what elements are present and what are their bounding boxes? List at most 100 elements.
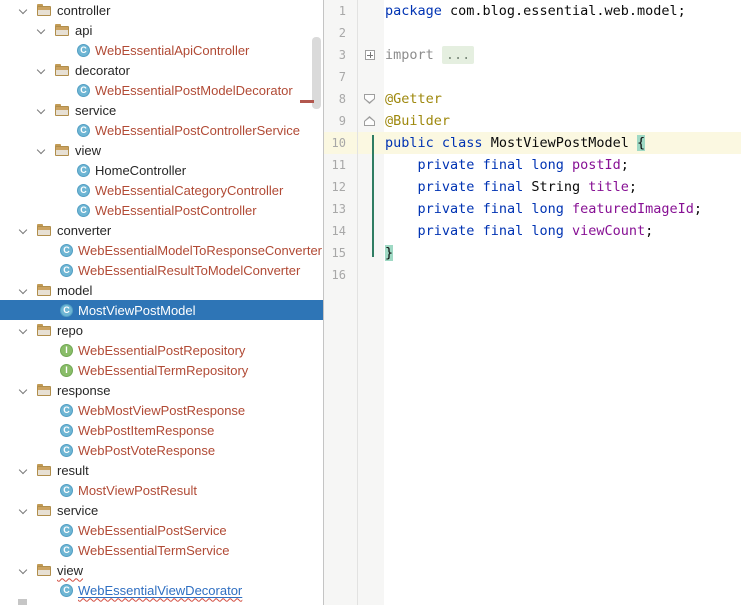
code-token: title — [588, 179, 629, 195]
tree-row[interactable]: model — [0, 280, 323, 300]
code-line[interactable]: 14 private final long viewCount; — [324, 220, 741, 242]
tree-item-label: WebEssentialPostControllerService — [95, 122, 300, 138]
fold-expand-icon[interactable] — [365, 50, 375, 60]
tree-row[interactable]: I WebEssentialTermRepository — [0, 360, 323, 380]
code-line[interactable]: 12 private final String title; — [324, 176, 741, 198]
clipped-tree-item — [18, 599, 27, 605]
code-token: featuredImageId — [572, 201, 694, 217]
tree-row[interactable]: C WebEssentialPostService — [0, 520, 323, 540]
chevron-down-icon[interactable] — [20, 386, 28, 394]
code-line[interactable]: 13 private final long featuredImageId; — [324, 198, 741, 220]
tree-row[interactable]: view — [0, 140, 323, 160]
tree-row[interactable]: service — [0, 500, 323, 520]
project-tree-panel[interactable]: controller api C WebEssentialApiController d… — [0, 0, 323, 605]
chevron-down-icon[interactable] — [20, 326, 28, 334]
code-token: @Builder — [385, 113, 451, 129]
code-text: private final long postId; — [385, 154, 629, 176]
chevron-down-icon[interactable] — [38, 26, 46, 34]
code-token: final — [482, 201, 524, 217]
code-line[interactable]: 3 import ... — [324, 44, 741, 66]
code-text: private final long viewCount; — [385, 220, 654, 242]
code-line[interactable]: 9 @Builder — [324, 110, 741, 132]
code-line[interactable]: 15} — [324, 242, 741, 264]
tree-row[interactable]: response — [0, 380, 323, 400]
chevron-down-icon[interactable] — [38, 106, 46, 114]
chevron-down-icon[interactable] — [38, 66, 46, 74]
class-icon: C — [60, 403, 73, 417]
chevron-down-icon[interactable] — [38, 146, 46, 154]
chevron-down-icon[interactable] — [20, 506, 28, 514]
folder-icon — [55, 64, 70, 76]
tree-item-label: WebEssentialViewDecorator — [78, 582, 243, 598]
chevron-down-icon[interactable] — [20, 286, 28, 294]
chevron-down-icon[interactable] — [20, 466, 28, 474]
class-icon: C — [60, 423, 73, 437]
code-token: long — [531, 201, 564, 217]
tree-row[interactable]: C WebMostViewPostResponse — [0, 400, 323, 420]
tree-row[interactable]: C WebEssentialModelToResponseConverter — [0, 240, 323, 260]
folder-icon — [37, 324, 52, 336]
code-line[interactable]: 7 — [324, 66, 741, 88]
code-text: package com.blog.essential.web.model; — [385, 0, 686, 22]
code-line[interactable]: 16 — [324, 264, 741, 286]
tree-row[interactable]: api — [0, 20, 323, 40]
tree-item-label: WebEssentialPostService — [78, 522, 227, 538]
tree-row[interactable]: C WebEssentialResultToModelConverter — [0, 260, 323, 280]
code-text: private final String title; — [385, 176, 638, 198]
code-line[interactable]: 11 private final long postId; — [324, 154, 741, 176]
tree-item-label: HomeController — [95, 162, 187, 178]
tree-row[interactable]: C WebEssentialViewDecorator — [0, 580, 323, 600]
tree-row[interactable]: controller — [0, 0, 323, 20]
code-token: final — [482, 157, 524, 173]
fold-start-icon[interactable] — [364, 94, 375, 104]
chevron-down-icon[interactable] — [20, 226, 28, 234]
tree-row[interactable]: view — [0, 560, 323, 580]
tree-item-label: model — [57, 282, 93, 298]
chevron-down-icon[interactable] — [20, 6, 28, 14]
tree-item-label: view — [57, 562, 84, 578]
tree-item-label: api — [75, 22, 93, 38]
tree-row[interactable]: repo — [0, 320, 323, 340]
tree-row[interactable]: decorator — [0, 60, 323, 80]
tree-item-label: MostViewPostResult — [78, 482, 197, 498]
tree-row[interactable]: C WebEssentialTermService — [0, 540, 323, 560]
class-icon: C — [60, 583, 73, 597]
tree-scrollbar-thumb[interactable] — [312, 37, 321, 109]
chevron-down-icon[interactable] — [20, 566, 28, 574]
tree-row[interactable]: C WebEssentialApiController — [0, 40, 323, 60]
tree-row[interactable]: service — [0, 100, 323, 120]
folder-icon — [55, 144, 70, 156]
tree-row[interactable]: I WebEssentialPostRepository — [0, 340, 323, 360]
code-text: } — [385, 242, 394, 264]
tree-row[interactable]: C WebEssentialCategoryController — [0, 180, 323, 200]
tree-row[interactable]: C WebPostVoteResponse — [0, 440, 323, 460]
editor-panel[interactable]: 1 package com.blog.essential.web.model; 2 3… — [324, 0, 741, 605]
tree-row[interactable]: C WebEssentialPostModelDecorator — [0, 80, 323, 100]
line-number: 10 — [331, 136, 346, 150]
tree-row[interactable]: C WebEssentialPostControllerService — [0, 120, 323, 140]
tree-row[interactable]: C MostViewPostModel — [0, 300, 323, 320]
tree-row[interactable]: C MostViewPostResult — [0, 480, 323, 500]
fold-end-icon[interactable] — [364, 116, 375, 126]
code-line[interactable]: 8 @Getter — [324, 88, 741, 110]
class-icon: C — [60, 443, 73, 457]
tree-row[interactable]: C WebPostItemResponse — [0, 420, 323, 440]
class-icon: C — [77, 83, 90, 97]
tree-item-label: repo — [57, 322, 84, 338]
tree-row[interactable]: C HomeController — [0, 160, 323, 180]
code-line[interactable]: 2 — [324, 22, 741, 44]
class-icon: C — [60, 303, 73, 317]
tree-row[interactable]: C WebEssentialPostController — [0, 200, 323, 220]
interface-icon: I — [60, 343, 73, 357]
tree-row[interactable]: result — [0, 460, 323, 480]
tree-item-label: view — [75, 142, 102, 158]
interface-icon: I — [60, 363, 73, 377]
code-line[interactable]: 10 public class MostViewPostModel { — [324, 132, 741, 154]
folder-icon — [55, 24, 70, 36]
tree-row[interactable]: converter — [0, 220, 323, 240]
code-line[interactable]: 1 package com.blog.essential.web.model; — [324, 0, 741, 22]
